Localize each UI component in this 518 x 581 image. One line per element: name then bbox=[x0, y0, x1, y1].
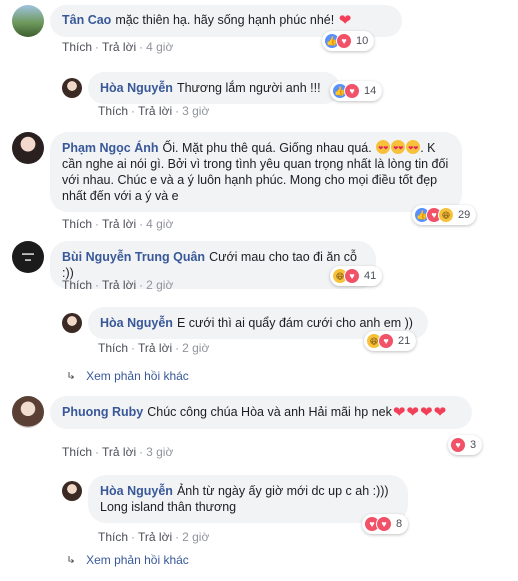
comment-time[interactable]: 4 giờ bbox=[146, 217, 173, 231]
love-reaction-icon: ♥ bbox=[344, 83, 360, 99]
reply-link[interactable]: Trả lời bbox=[102, 40, 136, 54]
comment-actions: Thích · Trả lời · 2 giờ bbox=[98, 341, 210, 355]
reply-link[interactable]: Trả lời bbox=[138, 530, 172, 544]
love-reaction-icon: ♥ bbox=[344, 268, 360, 284]
comment-actions: Thích · Trả lời · 3 giờ bbox=[98, 104, 210, 118]
reply-hoa-nguyen: Hòa Nguyễn Ảnh từ ngày ấy giờ mới dc up c… bbox=[62, 475, 408, 523]
comment-actions: Thích · Trả lời · 4 giờ bbox=[62, 40, 174, 54]
reaction-summary[interactable]: ♥ 3 bbox=[448, 435, 483, 455]
like-link[interactable]: Thích bbox=[98, 530, 128, 544]
heart-eyes-emoji-icon bbox=[406, 140, 421, 157]
comment-bubble: Phuong Ruby Chúc công chúa Hòa và anh Hải… bbox=[50, 396, 472, 429]
heart-emoji-icon: ❤ bbox=[406, 404, 419, 421]
reply-link[interactable]: Trả lời bbox=[102, 217, 136, 231]
reply-link[interactable]: Trả lời bbox=[138, 341, 172, 355]
reaction-count: 29 bbox=[458, 209, 471, 221]
commenter-name[interactable]: Phạm Ngọc Ánh bbox=[62, 141, 159, 155]
comment-actions: Thích · Trả lời · 2 giờ bbox=[98, 530, 210, 544]
reaction-summary[interactable]: ♥ ♥ 8 bbox=[362, 514, 409, 534]
haha-reaction-icon: 😆 bbox=[438, 207, 454, 223]
avatar[interactable] bbox=[12, 396, 44, 428]
love-reaction-icon: ♥ bbox=[336, 33, 352, 49]
commenter-name[interactable]: Bùi Nguyễn Trung Quân bbox=[62, 250, 205, 264]
heart-emoji-icon: ❤ bbox=[433, 404, 447, 421]
comment-bubble: Phạm Ngọc Ánh Ối. Mặt phu thê quá. Giống … bbox=[50, 132, 462, 212]
reaction-count: 10 bbox=[356, 35, 369, 47]
comment-bubble: Hòa Nguyễn Ảnh từ ngày ấy giờ mới dc up c… bbox=[88, 475, 408, 523]
comment-pham-ngoc-anh: Phạm Ngọc Ánh Ối. Mặt phu thê quá. Giống … bbox=[12, 132, 462, 212]
view-more-replies[interactable]: ↳ Xem phản hồi khác bbox=[66, 369, 189, 383]
reply-hoa-nguyen: Hòa Nguyễn Thương lắm người anh !!! bbox=[62, 72, 340, 104]
comment-phuong-ruby: Phuong Ruby Chúc công chúa Hòa và anh Hải… bbox=[12, 396, 472, 429]
like-link[interactable]: Thích bbox=[62, 217, 92, 231]
reply-link[interactable]: Trả lời bbox=[102, 445, 136, 459]
comment-actions: Thích · Trả lời · 3 giờ bbox=[62, 445, 174, 459]
reaction-count: 3 bbox=[470, 439, 477, 451]
avatar[interactable]: ▬▬ ▬ bbox=[12, 241, 44, 273]
heart-eyes-emoji-icon bbox=[376, 140, 391, 157]
love-reaction-icon: ♥ bbox=[450, 437, 466, 453]
commenter-name[interactable]: Hòa Nguyễn bbox=[100, 81, 173, 95]
reply-arrow-icon: ↳ bbox=[66, 554, 77, 566]
comment-time[interactable]: 3 giờ bbox=[146, 445, 173, 459]
comment-text: Ối. Mặt phu thê quá. Giống nhau quá. bbox=[162, 141, 372, 155]
heart-emoji-icon: ❤ bbox=[420, 404, 433, 421]
comment-time[interactable]: 2 giờ bbox=[182, 341, 209, 355]
reaction-count: 41 bbox=[364, 270, 377, 282]
comment-time[interactable]: 2 giờ bbox=[146, 278, 173, 292]
comment-time[interactable]: 4 giờ bbox=[146, 40, 173, 54]
view-more-replies[interactable]: ↳ Xem phản hồi khác bbox=[66, 553, 189, 567]
like-link[interactable]: Thích bbox=[62, 278, 92, 292]
comment-text: mặc thiên hạ. hãy sống hạnh phúc nhé! bbox=[115, 13, 335, 27]
reaction-summary[interactable]: 👍 ♥ 14 bbox=[330, 81, 383, 101]
reply-arrow-icon: ↳ bbox=[66, 370, 77, 382]
reaction-summary[interactable]: 👍 ♥ 10 bbox=[322, 31, 375, 51]
comment-time[interactable]: 2 giờ bbox=[182, 530, 209, 544]
heart-emoji-icon: ❤ bbox=[338, 12, 352, 29]
avatar[interactable] bbox=[12, 132, 44, 164]
avatar[interactable] bbox=[12, 5, 44, 37]
avatar[interactable] bbox=[62, 78, 82, 98]
avatar[interactable] bbox=[62, 481, 82, 501]
reaction-summary[interactable]: 😆 ♥ 21 bbox=[364, 331, 417, 351]
comment-text: E cưới thì ai quẩy đám cưới cho anh em )… bbox=[176, 316, 413, 330]
like-link[interactable]: Thích bbox=[62, 40, 92, 54]
commenter-name[interactable]: Hòa Nguyễn bbox=[100, 484, 173, 498]
commenter-name[interactable]: Phuong Ruby bbox=[62, 405, 143, 419]
comment-actions: Thích · Trả lời · 2 giờ bbox=[62, 278, 174, 292]
avatar[interactable] bbox=[62, 313, 82, 333]
commenter-name[interactable]: Hòa Nguyễn bbox=[100, 316, 173, 330]
reply-link[interactable]: Trả lời bbox=[138, 104, 172, 118]
heart-eyes-emoji-icon bbox=[391, 140, 406, 157]
commenter-name[interactable]: Tân Cao bbox=[62, 13, 111, 27]
reaction-count: 8 bbox=[396, 518, 403, 530]
reply-link[interactable]: Trả lời bbox=[102, 278, 136, 292]
reaction-summary[interactable]: 😆 ♥ 41 bbox=[330, 266, 383, 286]
like-link[interactable]: Thích bbox=[62, 445, 92, 459]
heart-emoji-icon: ❤ bbox=[392, 404, 406, 421]
comment-text: Thương lắm người anh !!! bbox=[176, 81, 321, 95]
like-link[interactable]: Thích bbox=[98, 104, 128, 118]
comment-actions: Thích · Trả lời · 4 giờ bbox=[62, 217, 174, 231]
comment-bubble: Hòa Nguyễn Thương lắm người anh !!! bbox=[88, 72, 340, 104]
reaction-summary[interactable]: 👍 ♥ 😆 29 bbox=[412, 205, 477, 225]
love-reaction-icon: ♥ bbox=[378, 333, 394, 349]
love-reaction-icon: ♥ bbox=[376, 516, 392, 532]
comment-time[interactable]: 3 giờ bbox=[182, 104, 209, 118]
reaction-count: 14 bbox=[364, 85, 377, 97]
reaction-count: 21 bbox=[398, 335, 411, 347]
like-link[interactable]: Thích bbox=[98, 341, 128, 355]
comment-text: Chúc công chúa Hòa và anh Hải mãi hp nek bbox=[147, 405, 392, 419]
